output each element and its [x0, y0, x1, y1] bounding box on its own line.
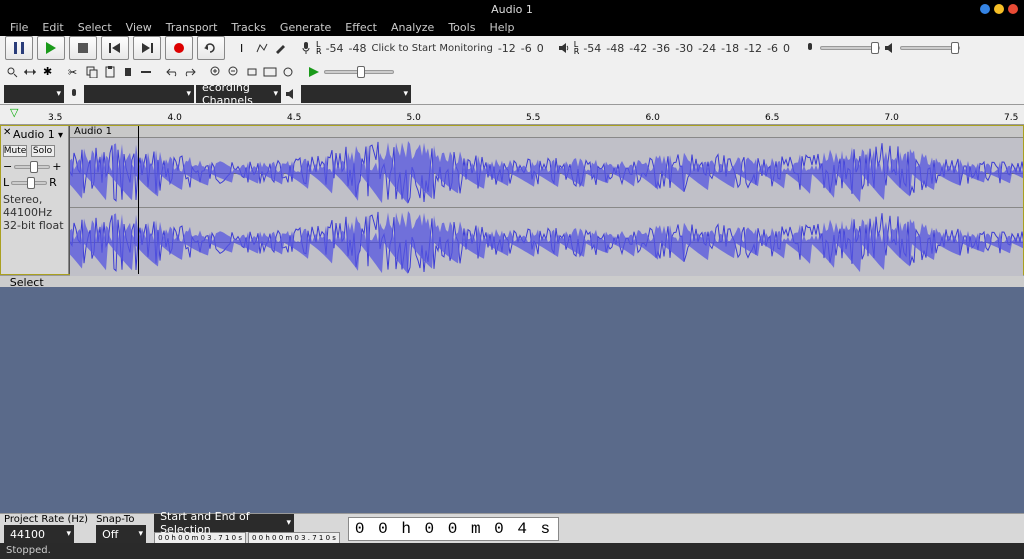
min-icon[interactable]: [980, 4, 990, 14]
recording-device-dropdown[interactable]: [84, 85, 194, 103]
copy-icon[interactable]: [84, 64, 100, 80]
project-rate-label: Project Rate (Hz): [4, 514, 88, 525]
time-position[interactable]: 0 0 h 0 0 m 0 4 s: [348, 517, 559, 541]
menu-select[interactable]: Select: [72, 19, 118, 36]
audio-track: ✕ Audio 1 ▾ Mute Solo −+ LR Stereo, 4410…: [0, 125, 1024, 275]
status-message: Stopped.: [0, 543, 1024, 559]
play-button[interactable]: [37, 36, 65, 60]
mic-slider-icon: [802, 40, 818, 56]
playhead-marker-icon: ▽: [10, 106, 18, 119]
recording-meter[interactable]: -54-48Click to Start Monitoring-12-60: [324, 42, 546, 55]
toolbars: I LR -54-48Click to Start Monitoring-12-…: [0, 36, 1024, 105]
track-close-icon[interactable]: ✕: [3, 127, 11, 138]
cut-icon[interactable]: ✂: [66, 64, 82, 80]
zoom-sel-icon[interactable]: [244, 64, 260, 80]
speaker-slider-icon: [882, 40, 898, 56]
max-icon[interactable]: [994, 4, 1004, 14]
menu-view[interactable]: View: [120, 19, 158, 36]
playback-speed-slider[interactable]: [324, 70, 394, 74]
menu-generate[interactable]: Generate: [274, 19, 337, 36]
track-control-panel: ✕ Audio 1 ▾ Mute Solo −+ LR Stereo, 4410…: [1, 126, 69, 274]
record-button[interactable]: [165, 36, 193, 60]
speaker-icon: [556, 40, 572, 56]
svg-text:✱: ✱: [43, 66, 52, 78]
solo-button[interactable]: Solo: [31, 145, 55, 157]
paste-icon[interactable]: [102, 64, 118, 80]
menu-file[interactable]: File: [4, 19, 34, 36]
speaker-icon-2: [283, 86, 299, 102]
pause-button[interactable]: [5, 36, 33, 60]
menubar: FileEditSelectViewTransportTracksGenerat…: [0, 18, 1024, 36]
waveform-area[interactable]: Audio 1: [69, 126, 1023, 274]
close-icon[interactable]: [1008, 4, 1018, 14]
skip-end-button[interactable]: [133, 36, 161, 60]
snap-to-dropdown[interactable]: Off: [96, 525, 146, 543]
selection-tool-icon[interactable]: I: [236, 40, 252, 56]
zoom-fit-icon[interactable]: [262, 64, 278, 80]
lr-meter-rec: LR: [316, 41, 322, 55]
play-cursor: [138, 126, 139, 274]
envelope-tool-icon[interactable]: [254, 40, 270, 56]
mute-button[interactable]: Mute: [3, 145, 27, 157]
waveform-right[interactable]: [70, 207, 1023, 276]
track-name-dropdown[interactable]: Audio 1 ▾: [13, 130, 63, 141]
menu-effect[interactable]: Effect: [339, 19, 383, 36]
track-gain-slider[interactable]: [14, 165, 50, 169]
window-title: Audio 1: [491, 3, 533, 16]
track-select-button[interactable]: Select: [0, 275, 1024, 287]
timeline-ruler[interactable]: ▽ 3.54.04.55.05.56.06.57.07.5: [0, 105, 1024, 125]
redo-icon[interactable]: [182, 64, 198, 80]
menu-help[interactable]: Help: [483, 19, 520, 36]
mic-icon: [298, 40, 314, 56]
undo-icon[interactable]: [164, 64, 180, 80]
silence-icon[interactable]: [138, 64, 154, 80]
menu-tracks[interactable]: Tracks: [225, 19, 272, 36]
audio-host-dropdown[interactable]: [4, 85, 64, 103]
snap-to-label: Snap-To: [96, 514, 146, 525]
recording-volume-slider[interactable]: [820, 46, 880, 50]
playback-volume-slider[interactable]: [900, 46, 960, 50]
playback-meter[interactable]: -54-48-42-36-30-24-18-12-60: [581, 42, 792, 55]
waveform-left[interactable]: [70, 138, 1023, 207]
zoom-toggle-icon[interactable]: [280, 64, 296, 80]
trim-icon[interactable]: [120, 64, 136, 80]
menu-edit[interactable]: Edit: [36, 19, 69, 36]
track-pan-slider[interactable]: [11, 181, 47, 185]
menu-transport[interactable]: Transport: [160, 19, 224, 36]
zoom-in-icon[interactable]: [208, 64, 224, 80]
mic-icon-2: [66, 86, 82, 102]
lr-meter-play: LR: [574, 41, 580, 55]
stop-button[interactable]: [69, 36, 97, 60]
track-info: Stereo, 44100Hz32-bit float: [3, 193, 66, 233]
zoom-out-icon[interactable]: [226, 64, 242, 80]
skip-start-button[interactable]: [101, 36, 129, 60]
timeshift-tool-icon[interactable]: [22, 64, 38, 80]
clip-header[interactable]: Audio 1: [70, 126, 1023, 138]
selection-toolbar: Project Rate (Hz) 44100 Snap-To Off Star…: [0, 513, 1024, 543]
svg-text:✂: ✂: [68, 66, 77, 78]
tracks-area: ✕ Audio 1 ▾ Mute Solo −+ LR Stereo, 4410…: [0, 125, 1024, 513]
menu-tools[interactable]: Tools: [442, 19, 481, 36]
menu-analyze[interactable]: Analyze: [385, 19, 440, 36]
selection-mode-dropdown[interactable]: Start and End of Selection: [154, 514, 294, 532]
playback-device-dropdown[interactable]: [301, 85, 411, 103]
recording-channels-dropdown[interactable]: ecording Channels: [196, 85, 281, 103]
loop-button[interactable]: [197, 36, 225, 60]
play-at-speed-icon[interactable]: [306, 64, 322, 80]
draw-tool-icon[interactable]: [272, 40, 288, 56]
multi-tool-icon[interactable]: ✱: [40, 64, 56, 80]
svg-text:I: I: [240, 42, 243, 54]
zoom-tool-icon[interactable]: [4, 64, 20, 80]
project-rate-dropdown[interactable]: 44100: [4, 525, 74, 543]
titlebar: Audio 1: [0, 0, 1024, 18]
